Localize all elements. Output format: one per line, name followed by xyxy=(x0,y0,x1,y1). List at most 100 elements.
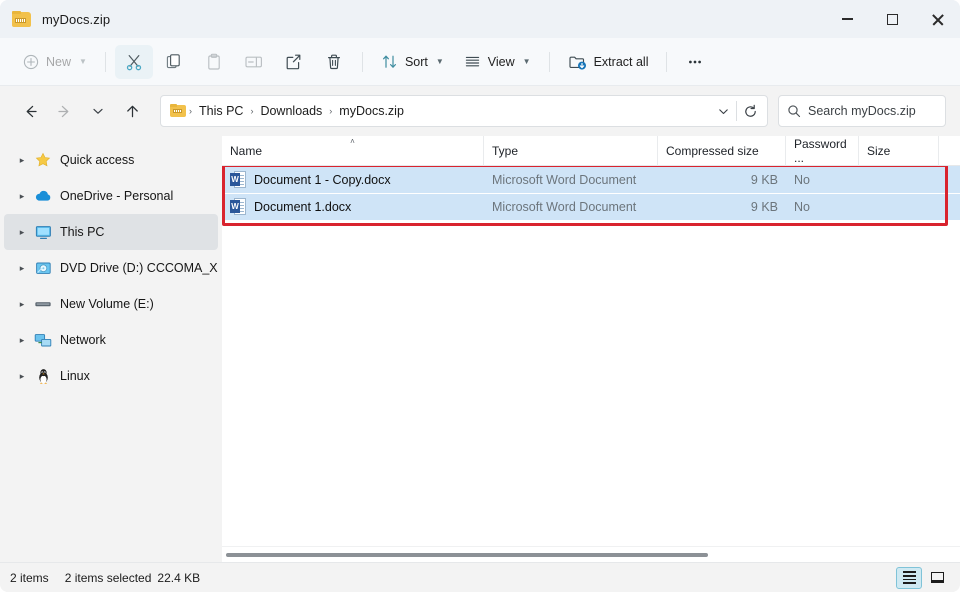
cut-button[interactable] xyxy=(114,44,153,79)
column-header-password[interactable]: Password ... xyxy=(786,135,859,166)
item-count-label: 2 items xyxy=(10,570,49,585)
rename-button[interactable] xyxy=(235,45,273,79)
column-header-name[interactable]: ˄ Name xyxy=(222,135,484,166)
sidebar-label-network: Network xyxy=(60,333,106,347)
column-header-type-label: Type xyxy=(492,143,519,158)
file-name-label: Document 1 - Copy.docx xyxy=(254,172,391,187)
sort-button[interactable]: Sort ▼ xyxy=(372,45,453,79)
navigation-pane: ▸ Quick access ▸ OneDrive - Personal ▸ T… xyxy=(0,136,222,562)
file-password-cell: No xyxy=(794,199,810,214)
sidebar-item-onedrive[interactable]: ▸ OneDrive - Personal xyxy=(4,178,218,214)
copy-button[interactable] xyxy=(155,45,193,79)
zip-folder-icon xyxy=(12,10,32,28)
back-button[interactable] xyxy=(14,95,46,127)
chevron-right-icon-network[interactable]: ▸ xyxy=(12,335,32,346)
window-title: myDocs.zip xyxy=(42,11,111,27)
search-icon xyxy=(787,104,801,118)
breadcrumb-separator-0: › xyxy=(189,106,192,116)
sidebar-item-this-pc[interactable]: ▸ This PC xyxy=(4,214,218,250)
search-input[interactable]: Search myDocs.zip xyxy=(808,104,916,118)
delete-button[interactable] xyxy=(315,45,353,79)
breadcrumb-downloads[interactable]: Downloads xyxy=(255,101,327,121)
extract-all-button[interactable]: Extract all xyxy=(559,45,658,79)
recent-locations-button[interactable] xyxy=(82,95,114,127)
forward-button[interactable] xyxy=(48,95,80,127)
scrollbar-track[interactable] xyxy=(226,547,956,563)
sort-ascending-icon: ˄ xyxy=(350,136,355,146)
column-header-type[interactable]: Type xyxy=(484,135,658,166)
cloud-icon xyxy=(32,189,54,203)
address-bar[interactable]: › This PC › Downloads › myDocs.zip xyxy=(160,95,768,127)
chevron-down-icon: ▼ xyxy=(79,57,87,66)
new-button-label: New xyxy=(46,54,72,69)
chevron-down-icon-sort: ▼ xyxy=(435,57,444,66)
paste-button[interactable] xyxy=(195,45,233,79)
table-row[interactable]: W Document 1 - Copy.docx Microsoft Word … xyxy=(222,166,960,193)
file-name-label: Document 1.docx xyxy=(254,199,352,214)
chevron-right-icon-new-volume[interactable]: ▸ xyxy=(12,299,32,310)
up-button[interactable] xyxy=(116,95,148,127)
breadcrumb-separator-2: › xyxy=(329,106,333,116)
file-explorer-window: myDocs.zip New ▼ Sort ▼ View ▼ Extract a… xyxy=(0,0,960,592)
drive-icon xyxy=(32,298,54,310)
large-icons-view-button[interactable] xyxy=(924,567,950,589)
minimize-button[interactable] xyxy=(825,0,870,38)
share-button[interactable] xyxy=(275,45,313,79)
trash-icon xyxy=(325,53,343,71)
file-name-cell[interactable]: W Document 1.docx xyxy=(222,193,484,220)
chevron-down-icon-view: ▼ xyxy=(522,57,531,66)
sidebar-label-new-volume: New Volume (E:) xyxy=(60,297,154,311)
word-document-icon: W xyxy=(230,171,246,188)
sidebar-item-new-volume[interactable]: ▸ New Volume (E:) xyxy=(4,286,218,322)
large-icons-view-icon xyxy=(930,572,944,583)
details-view-button[interactable] xyxy=(896,566,922,589)
details-view-icon xyxy=(902,571,916,584)
sidebar-item-linux[interactable]: ▸ Linux xyxy=(4,358,218,394)
search-box[interactable]: Search myDocs.zip xyxy=(778,95,946,127)
sidebar-item-quick-access[interactable]: ▸ Quick access xyxy=(4,142,218,178)
column-header-compressed-size[interactable]: Compressed size xyxy=(658,135,786,166)
breadcrumb-mydocs-zip[interactable]: myDocs.zip xyxy=(334,101,409,121)
view-button-label: View xyxy=(487,54,515,69)
maximize-button[interactable] xyxy=(870,0,915,38)
close-button[interactable] xyxy=(915,0,960,38)
file-type-cell: Microsoft Word Document xyxy=(492,172,637,187)
disc-icon xyxy=(32,261,54,276)
view-button[interactable]: View ▼ xyxy=(455,45,540,79)
breadcrumb-separator-1: › xyxy=(250,106,254,116)
new-button[interactable]: New ▼ xyxy=(14,45,96,79)
share-icon xyxy=(284,53,303,71)
file-list-pane: ˄ Name Type Compressed size Password ...… xyxy=(222,135,960,562)
toolbar-divider xyxy=(104,51,106,72)
file-size-cell xyxy=(859,166,939,193)
sidebar-item-dvd-drive[interactable]: ▸ DVD Drive (D:) CCCOMA_X6 xyxy=(4,250,218,286)
chevron-right-icon-dvd[interactable]: ▸ xyxy=(12,263,32,274)
previous-locations-chevron-icon[interactable] xyxy=(710,98,736,124)
sidebar-label-quick-access: Quick access xyxy=(60,153,135,167)
address-zip-folder-icon xyxy=(170,104,187,118)
sidebar-label-linux: Linux xyxy=(60,369,90,383)
chevron-right-icon-linux[interactable]: ▸ xyxy=(12,371,32,382)
column-header-size[interactable]: Size xyxy=(859,135,939,166)
sidebar-item-network[interactable]: ▸ Network xyxy=(4,322,218,358)
column-header-password-label: Password ... xyxy=(794,136,847,165)
navigation-bar: › This PC › Downloads › myDocs.zip Searc… xyxy=(0,86,960,136)
sidebar-label-this-pc: This PC xyxy=(60,225,105,239)
sidebar-label-onedrive: OneDrive - Personal xyxy=(60,189,174,203)
breadcrumb-this-pc[interactable]: This PC xyxy=(194,101,248,121)
column-header-size-label: Size xyxy=(867,143,891,158)
chevron-right-icon[interactable]: ▸ xyxy=(12,155,32,166)
copy-icon xyxy=(165,53,183,71)
chevron-right-icon-this-pc[interactable]: ▸ xyxy=(12,227,32,238)
toolbar-divider-4 xyxy=(666,51,668,72)
scrollbar-thumb[interactable] xyxy=(226,552,708,557)
chevron-right-icon-onedrive[interactable]: ▸ xyxy=(12,191,32,202)
refresh-icon[interactable] xyxy=(737,98,763,124)
view-toggle-group xyxy=(896,566,950,589)
file-name-cell[interactable]: W Document 1 - Copy.docx xyxy=(222,166,484,193)
see-more-button[interactable] xyxy=(676,45,714,79)
table-row[interactable]: W Document 1.docx Microsoft Word Documen… xyxy=(222,193,960,220)
horizontal-scrollbar[interactable] xyxy=(222,546,960,562)
toolbar-divider-3 xyxy=(548,51,550,72)
sort-arrows-icon xyxy=(381,53,398,70)
